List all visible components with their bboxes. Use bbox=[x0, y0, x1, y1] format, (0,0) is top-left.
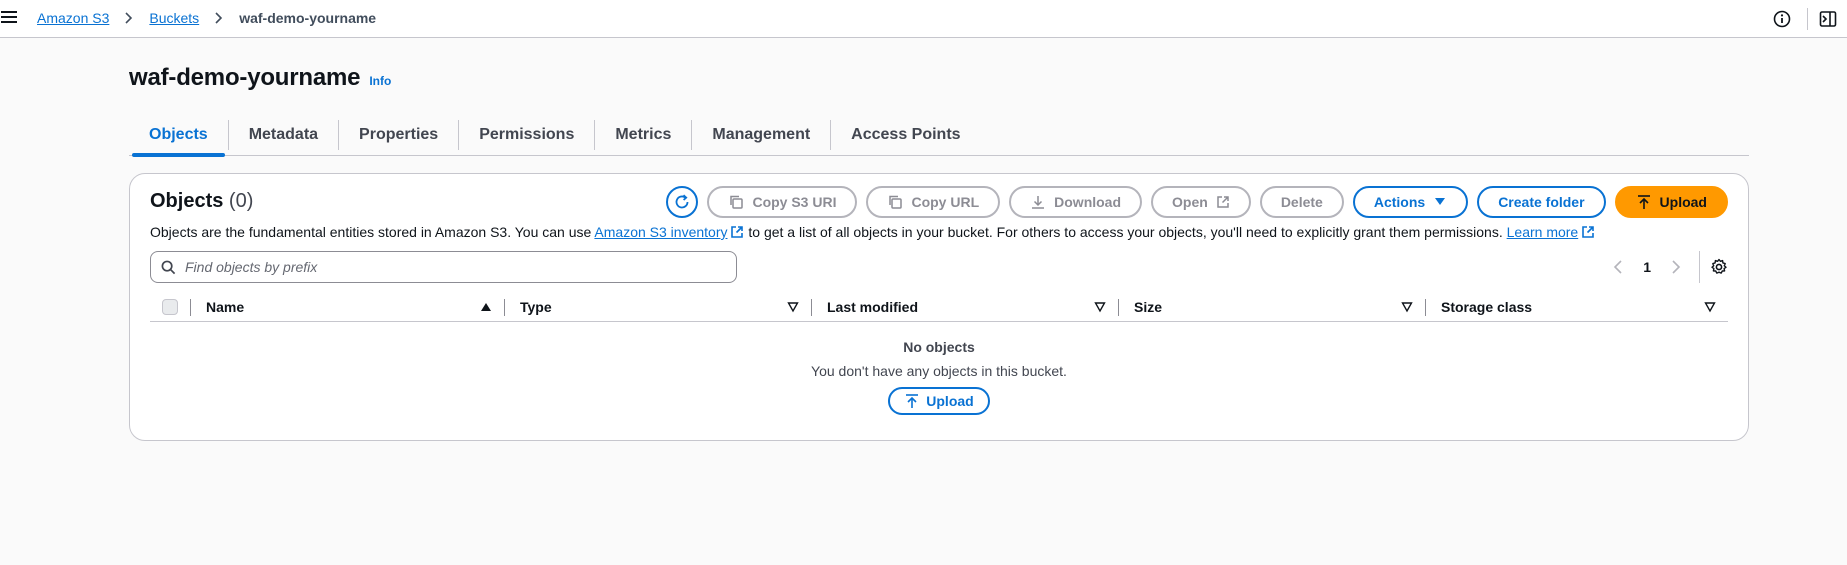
upload-icon bbox=[1637, 195, 1650, 209]
delete-label: Delete bbox=[1280, 194, 1323, 210]
page-title: waf-demo-yourname bbox=[129, 64, 361, 91]
caret-down-icon bbox=[1435, 198, 1446, 205]
breadcrumb: Amazon S3 Buckets waf-demo-yourname bbox=[37, 10, 376, 26]
divider bbox=[1699, 251, 1700, 283]
objects-container: Objects (0) Copy S3 URI Copy URL Downloa… bbox=[129, 173, 1749, 441]
copy-url-label: Copy URL bbox=[911, 194, 980, 210]
sort-icon bbox=[1401, 301, 1413, 312]
sort-icon bbox=[787, 301, 799, 312]
copy-s3-uri-button[interactable]: Copy S3 URI bbox=[707, 186, 858, 218]
download-icon bbox=[1032, 196, 1045, 209]
column-header-storage-class[interactable]: Storage class bbox=[1425, 292, 1728, 322]
external-link-icon bbox=[1217, 196, 1229, 208]
column-label: Type bbox=[520, 298, 552, 315]
select-all-checkbox[interactable] bbox=[162, 298, 178, 315]
delete-button[interactable]: Delete bbox=[1259, 186, 1344, 218]
tab-metadata[interactable]: Metadata bbox=[229, 114, 338, 156]
tab-access-points[interactable]: Access Points bbox=[831, 114, 980, 156]
menu-icon[interactable] bbox=[1, 11, 17, 25]
copy-icon bbox=[730, 195, 744, 209]
external-link-icon bbox=[1582, 226, 1595, 238]
objects-heading: Objects (0) bbox=[150, 190, 253, 213]
info-link[interactable]: Info bbox=[369, 74, 391, 88]
breadcrumb-amazon-s3[interactable]: Amazon S3 bbox=[37, 10, 109, 26]
empty-upload-button[interactable]: Upload bbox=[888, 387, 990, 415]
actions-dropdown[interactable]: Actions bbox=[1352, 186, 1469, 218]
upload-button[interactable]: Upload bbox=[1614, 186, 1728, 218]
search-icon bbox=[161, 260, 176, 274]
breadcrumb-buckets[interactable]: Buckets bbox=[149, 10, 199, 26]
chevron-right-icon[interactable] bbox=[1667, 259, 1683, 275]
sort-icon bbox=[1094, 301, 1106, 312]
column-label: Storage class bbox=[1441, 298, 1533, 315]
description-text: Objects are the fundamental entities sto… bbox=[150, 224, 595, 240]
column-header-last-modified[interactable]: Last modified bbox=[811, 292, 1118, 322]
refresh-button[interactable] bbox=[666, 186, 699, 218]
tab-management[interactable]: Management bbox=[692, 114, 830, 156]
column-label: Size bbox=[1134, 298, 1163, 315]
page-number[interactable]: 1 bbox=[1643, 259, 1651, 275]
page-header: waf-demo-yourname Info bbox=[129, 64, 391, 92]
objects-description: Objects are the fundamental entities sto… bbox=[150, 224, 1595, 240]
search-field[interactable] bbox=[150, 251, 737, 283]
description-text-2: to get a list of all objects in your buc… bbox=[744, 224, 1507, 240]
column-header-type[interactable]: Type bbox=[504, 292, 811, 322]
download-button[interactable]: Download bbox=[1009, 186, 1143, 218]
empty-upload-label: Upload bbox=[926, 393, 974, 409]
copy-s3-uri-label: Copy S3 URI bbox=[752, 194, 837, 210]
divider bbox=[1807, 8, 1808, 30]
objects-count: (0) bbox=[228, 190, 254, 212]
open-button[interactable]: Open bbox=[1151, 186, 1251, 218]
tab-properties[interactable]: Properties bbox=[339, 114, 458, 156]
empty-state-title: No objects bbox=[903, 339, 975, 355]
side-panel-icon[interactable] bbox=[1819, 10, 1837, 28]
inventory-link[interactable]: Amazon S3 inventory bbox=[594, 224, 744, 240]
empty-state-actions: Upload bbox=[150, 387, 1728, 415]
top-navigation-bar: Amazon S3 Buckets waf-demo-yourname bbox=[0, 0, 1847, 38]
download-label: Download bbox=[1054, 194, 1122, 210]
tab-permissions[interactable]: Permissions bbox=[459, 114, 594, 156]
copy-icon bbox=[889, 195, 903, 209]
learn-more-label: Learn more bbox=[1506, 224, 1579, 240]
open-label: Open bbox=[1172, 194, 1208, 210]
column-label: Name bbox=[206, 298, 245, 315]
copy-url-button[interactable]: Copy URL bbox=[866, 186, 1001, 218]
sort-icon bbox=[1704, 301, 1716, 312]
table-header: Name Type Last modified Size Storage cla… bbox=[150, 292, 1728, 322]
objects-title: Objects bbox=[150, 190, 224, 212]
bucket-tabs: Objects Metadata Properties Permissions … bbox=[129, 114, 1749, 157]
external-link-icon bbox=[731, 226, 744, 238]
refresh-icon bbox=[676, 194, 689, 209]
actions-label: Actions bbox=[1373, 194, 1426, 210]
settings-gear-icon[interactable] bbox=[1710, 258, 1728, 276]
search-input[interactable] bbox=[185, 259, 705, 275]
chevron-left-icon[interactable] bbox=[1611, 259, 1627, 275]
column-label: Last modified bbox=[827, 298, 919, 315]
inventory-link-label: Amazon S3 inventory bbox=[594, 224, 728, 240]
column-header-name[interactable]: Name bbox=[190, 292, 504, 322]
pagination: 1 bbox=[1611, 251, 1728, 283]
upload-label: Upload bbox=[1659, 194, 1707, 210]
chevron-right-icon bbox=[122, 11, 136, 25]
info-icon[interactable] bbox=[1773, 10, 1791, 28]
objects-actions: Copy S3 URI Copy URL Download Open Delet… bbox=[666, 186, 1728, 218]
chevron-right-icon bbox=[212, 11, 226, 25]
upload-icon bbox=[906, 394, 919, 408]
tab-objects[interactable]: Objects bbox=[129, 114, 228, 157]
create-folder-label: Create folder bbox=[1498, 194, 1585, 210]
breadcrumb-current: waf-demo-yourname bbox=[239, 10, 377, 26]
learn-more-link[interactable]: Learn more bbox=[1507, 224, 1596, 240]
select-all-cell bbox=[150, 292, 190, 322]
empty-state-description: You don't have any objects in this bucke… bbox=[811, 363, 1067, 379]
tab-metrics[interactable]: Metrics bbox=[595, 114, 691, 156]
sort-ascending-icon bbox=[481, 302, 491, 311]
column-header-size[interactable]: Size bbox=[1118, 292, 1425, 322]
create-folder-button[interactable]: Create folder bbox=[1477, 186, 1606, 218]
